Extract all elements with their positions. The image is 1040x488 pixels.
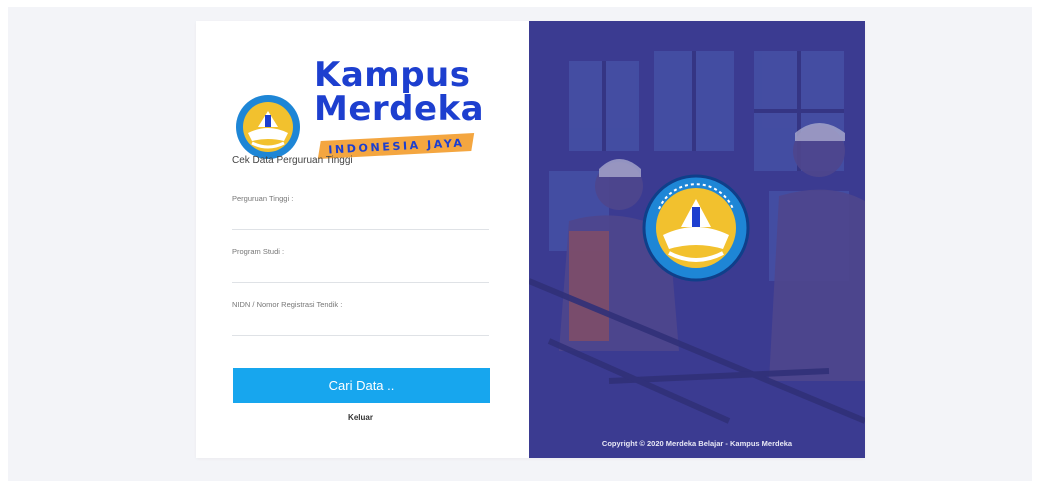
keluar-link[interactable]: Keluar [194, 413, 527, 422]
tut-wuri-emblem-icon [236, 95, 300, 159]
copyright-text: Copyright © 2020 Merdeka Belajar - Kampu… [601, 439, 793, 448]
tagline-text: INDONESIA JAYA [327, 136, 465, 156]
field-underline [232, 335, 489, 336]
nidn-field: NIDN / Nomor Registrasi Tendik : [232, 300, 493, 336]
cari-data-button[interactable]: Cari Data .. [233, 368, 490, 403]
tut-wuri-handayani-emblem-icon [642, 174, 750, 282]
perguruan-tinggi-input[interactable] [232, 204, 493, 228]
field-underline [232, 282, 489, 283]
login-card: Kampus Merdeka INDONESIA JAYA Cek Data P… [196, 21, 865, 458]
program-studi-label: Program Studi : [232, 247, 285, 256]
nidn-label: NIDN / Nomor Registrasi Tendik : [232, 300, 343, 309]
hero-panel: Copyright © 2020 Merdeka Belajar - Kampu… [529, 21, 865, 458]
kampus-merdeka-logo: Kampus Merdeka INDONESIA JAYA [234, 55, 484, 165]
brand-line-merdeka: Merdeka [314, 89, 485, 129]
field-underline [232, 229, 489, 230]
nidn-input[interactable] [232, 310, 493, 334]
program-studi-field: Program Studi : [232, 247, 493, 283]
form-heading: Cek Data Perguruan Tinggi [232, 155, 353, 166]
program-studi-input[interactable] [232, 257, 493, 281]
form-panel: Kampus Merdeka INDONESIA JAYA Cek Data P… [196, 21, 529, 458]
perguruan-tinggi-label: Perguruan Tinggi : [232, 194, 294, 203]
perguruan-tinggi-field: Perguruan Tinggi : [232, 194, 493, 230]
